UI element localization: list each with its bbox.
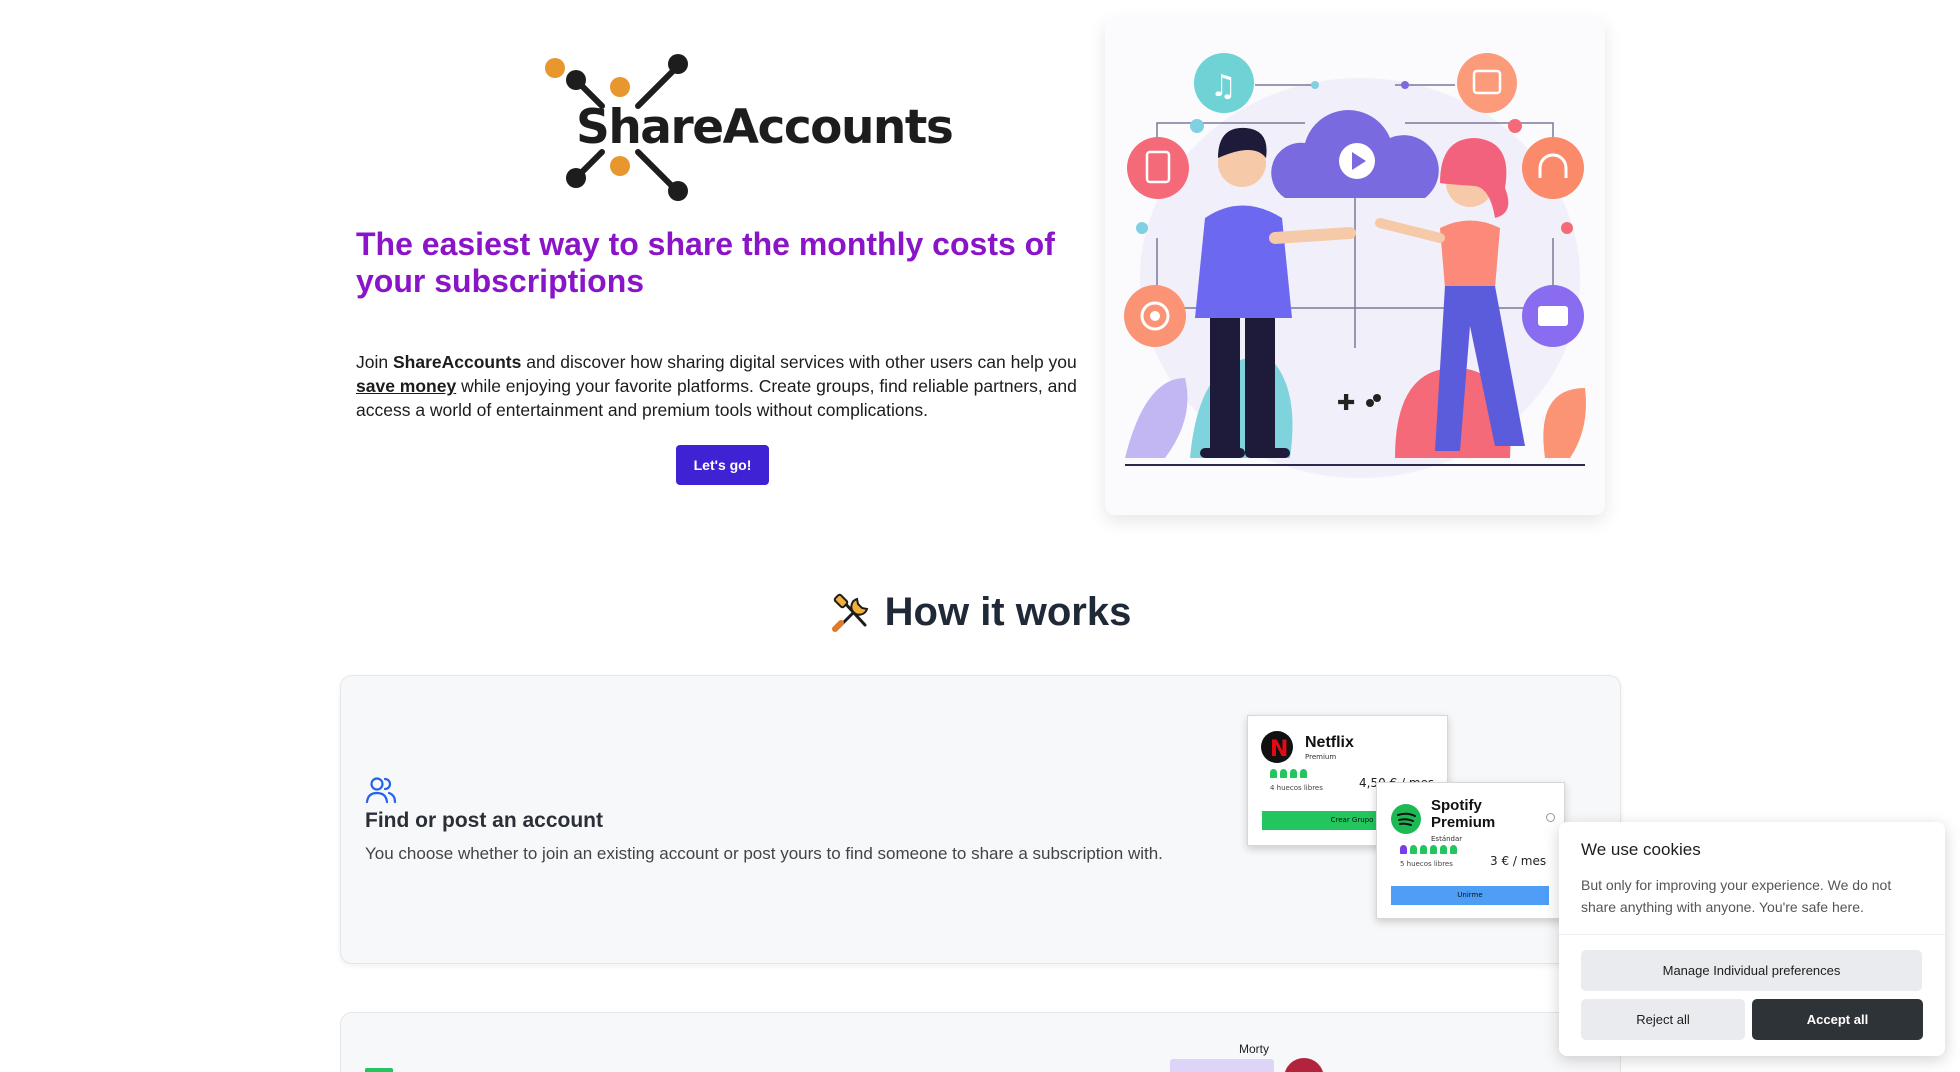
step-card-find-or-post: Find or post an account You choose wheth…: [340, 675, 1621, 964]
how-it-works-title: How it works: [884, 590, 1132, 634]
svg-text:N: N: [1270, 737, 1288, 762]
how-it-works-heading: How it works: [0, 590, 1960, 639]
cookie-title: We use cookies: [1581, 840, 1701, 859]
spotify-free-slots: 5 huecos libres: [1400, 860, 1453, 868]
users-icon: [365, 777, 397, 804]
hero-illustration: ♫ ✚: [1105, 18, 1605, 515]
netflix-name: Netflix: [1305, 734, 1354, 751]
divider: [1559, 934, 1945, 935]
spotify-name: Spotify Premium: [1431, 797, 1496, 831]
logo-wordmark: ShareAccounts: [576, 100, 954, 155]
svg-text:♫: ♫: [1210, 69, 1237, 104]
step-description: You choose whether to join an existing a…: [365, 844, 1163, 863]
netflix-slots: [1270, 769, 1307, 778]
netflix-free-slots: 4 huecos libres: [1270, 784, 1323, 792]
spotify-slots: [1400, 845, 1457, 854]
spotify-price: 3 € / mes: [1490, 854, 1547, 868]
accept-all-button[interactable]: Accept all: [1752, 999, 1923, 1040]
step-title: Find or post an account: [365, 809, 604, 832]
netflix-logo-icon: N: [1261, 731, 1293, 763]
spotify-logo-icon: [1391, 804, 1421, 834]
svg-text:✚: ✚: [1337, 391, 1355, 416]
step-icon: [365, 1068, 393, 1072]
hero-brand-mention: ShareAccounts: [392, 352, 522, 372]
step-card-next: [340, 1012, 1621, 1072]
cookie-text: But only for improving your experience. …: [1581, 877, 1892, 915]
info-icon: [1546, 813, 1555, 822]
manage-preferences-button[interactable]: Manage Individual preferences: [1581, 950, 1922, 991]
chat-bubble: [1170, 1059, 1274, 1072]
save-money-highlight: save money: [356, 376, 457, 396]
netflix-plan: Premium: [1305, 753, 1337, 761]
tools-icon: [831, 593, 868, 632]
hero-title: The easiest way to share the monthly cos…: [356, 226, 1055, 299]
spotify-preview-card: Spotify Premium Estándar 5 huecos libres…: [1376, 782, 1565, 919]
hero-description: Join ShareAccounts and discover how shar…: [356, 352, 1077, 420]
chat-user-name: Morty: [1239, 1042, 1269, 1056]
lets-go-button[interactable]: Let's go!: [676, 445, 769, 485]
site-logo[interactable]: ShareAccounts: [540, 50, 954, 210]
cookie-banner: We use cookies But only for improving yo…: [1559, 822, 1945, 1056]
spotify-plan: Estándar: [1431, 835, 1463, 843]
play-icon: [1457, 53, 1517, 113]
reject-all-button[interactable]: Reject all: [1581, 999, 1745, 1040]
spotify-join-button: Unirme: [1391, 886, 1549, 905]
